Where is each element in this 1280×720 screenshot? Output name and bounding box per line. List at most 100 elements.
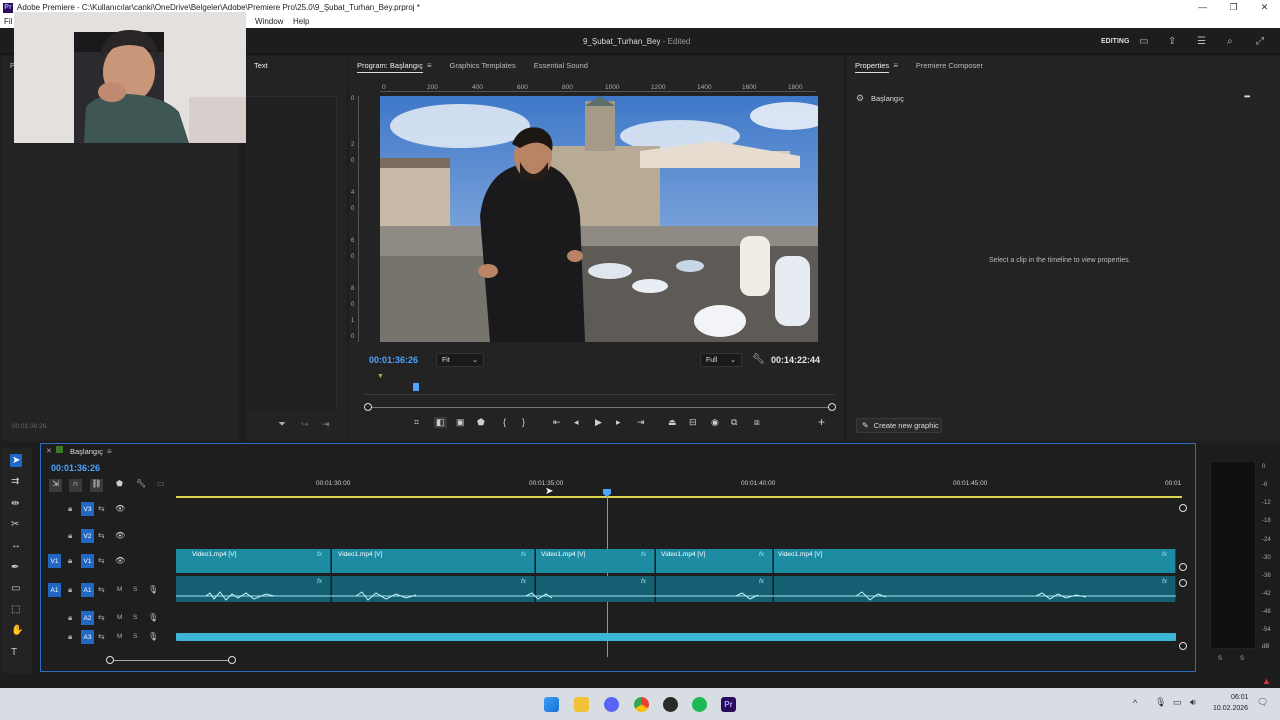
eye-icon[interactable]: 👁︎: [115, 504, 125, 513]
workspaces-icon[interactable]: ▭: [1139, 36, 1148, 47]
toggle-overlay-icon[interactable]: ◧: [434, 417, 447, 428]
sync-lock-icon[interactable]: ⇆: [98, 585, 105, 594]
selection-tool-icon[interactable]: ➤: [10, 454, 23, 467]
zoom-handle-left[interactable]: [364, 403, 372, 411]
solo-button[interactable]: S: [133, 633, 137, 640]
track-scroll-handle[interactable]: [1179, 579, 1187, 587]
generative-extend-tool-icon[interactable]: ⬚: [11, 604, 20, 615]
ripple-edit-tool-icon[interactable]: ⇹: [11, 498, 19, 509]
warning-icon[interactable]: ▲: [1262, 676, 1271, 686]
menu-file[interactable]: Fil: [4, 17, 12, 26]
more-options-icon[interactable]: •••: [1244, 92, 1250, 101]
source-patch-a1[interactable]: A1: [48, 583, 61, 597]
sync-lock-icon[interactable]: ⇆: [98, 632, 105, 641]
fx-badge[interactable]: fx: [317, 578, 322, 585]
wrench-icon[interactable]: 🔧︎: [752, 354, 765, 365]
meter-solo-right[interactable]: S: [1240, 656, 1244, 662]
timeline-hscroll-left[interactable]: [106, 656, 114, 664]
eye-icon[interactable]: 👁︎: [115, 556, 125, 565]
sync-lock-icon[interactable]: ⇆: [98, 504, 105, 513]
insert-nest-icon[interactable]: ⇲: [49, 479, 62, 492]
extract-icon[interactable]: ⊟: [689, 417, 697, 428]
video-clip[interactable]: Video1.mp4 [V] fx: [774, 549, 1176, 573]
minimize-button[interactable]: —: [1187, 0, 1218, 15]
comparison-view-icon[interactable]: ⧉: [731, 417, 737, 428]
video-clip[interactable]: Video1.mp4 [V] fx: [536, 549, 655, 573]
fx-badge[interactable]: fx: [641, 578, 646, 585]
timeline-hscroll-right[interactable]: [228, 656, 236, 664]
monitor-playhead[interactable]: [413, 383, 419, 391]
filter-icon[interactable]: ⏷: [278, 419, 286, 430]
close-sequence-icon[interactable]: ✕: [46, 447, 52, 455]
mute-button[interactable]: M: [117, 586, 122, 593]
linked-selection-icon[interactable]: ⛓: [90, 479, 103, 492]
add-marker-timeline-icon[interactable]: ⬟: [116, 479, 123, 488]
network-icon[interactable]: ▭: [1173, 697, 1182, 708]
file-explorer-icon[interactable]: [574, 697, 589, 712]
menu-window[interactable]: Window: [255, 17, 283, 26]
start-icon[interactable]: [544, 697, 559, 712]
mark-out-icon[interactable]: }: [522, 417, 525, 427]
fullscreen-icon[interactable]: ⤢: [1256, 36, 1264, 47]
timeline-settings-icon[interactable]: 🔧︎: [136, 479, 146, 488]
tray-mic-icon[interactable]: 🎙︎: [1155, 697, 1166, 708]
track-target-v2[interactable]: V2: [81, 529, 94, 543]
mute-button[interactable]: M: [117, 633, 122, 640]
properties-menu-icon[interactable]: ≡: [893, 61, 898, 70]
hand-tool-icon[interactable]: ✋: [11, 625, 23, 636]
snap-icon[interactable]: ∩: [69, 479, 82, 492]
go-to-in-icon[interactable]: ⇤: [553, 417, 561, 428]
zoom-scrollbar[interactable]: [364, 403, 836, 411]
razor-tool-icon[interactable]: ✂: [11, 519, 19, 530]
video-clip[interactable]: Video1.mp4 [V] fx: [176, 549, 331, 573]
sequence-menu-icon[interactable]: ≡: [107, 447, 112, 456]
lift-icon[interactable]: ⏏: [668, 417, 677, 428]
timeline-ruler[interactable]: 00:01:30:00 00:01:35:00 00:01:40:00 00:0…: [176, 478, 1182, 498]
track-scroll-handle[interactable]: [1179, 563, 1187, 571]
track-select-tool-icon[interactable]: ⇉: [11, 476, 19, 487]
safe-margins-icon[interactable]: ⌗: [414, 417, 419, 428]
menu-help[interactable]: Help: [293, 17, 309, 26]
spotify-icon[interactable]: [692, 697, 707, 712]
fx-badge[interactable]: fx: [641, 551, 646, 558]
meter-solo-left[interactable]: S: [1218, 656, 1222, 662]
sync-lock-icon[interactable]: ⇆: [98, 613, 105, 622]
track-scroll-handle[interactable]: [1179, 642, 1187, 650]
create-graphic-button[interactable]: ✎ Create new graphic: [856, 418, 942, 433]
taskbar-date[interactable]: 10.02.2026: [1213, 705, 1248, 712]
volume-icon[interactable]: 🔊︎: [1190, 697, 1196, 708]
fx-badge[interactable]: fx: [759, 578, 764, 585]
track-target-v1[interactable]: V1: [81, 554, 94, 568]
workspace-label[interactable]: EDITING: [1101, 38, 1129, 45]
microphone-icon[interactable]: 🎙︎: [148, 613, 158, 622]
add-marker-icon[interactable]: ⬟: [477, 417, 485, 428]
chrome-icon[interactable]: [634, 697, 649, 712]
track-target-v3[interactable]: V3: [81, 502, 94, 516]
github-icon[interactable]: [663, 697, 678, 712]
sync-lock-icon[interactable]: ⇆: [98, 531, 105, 540]
rectangle-tool-icon[interactable]: ▭: [11, 583, 20, 594]
microphone-icon[interactable]: 🎙︎: [148, 632, 158, 641]
export-icon[interactable]: ⇥: [322, 419, 330, 430]
video-clip[interactable]: Video1.mp4 [V] fx: [332, 549, 535, 573]
premiere-taskbar-icon[interactable]: Pr: [721, 697, 736, 712]
fx-badge[interactable]: fx: [1162, 578, 1167, 585]
work-area-bar[interactable]: [176, 496, 1182, 498]
pen-tool-icon[interactable]: ✒: [11, 562, 19, 573]
monitor-time-ruler[interactable]: ▼: [364, 373, 834, 395]
tab-text[interactable]: Text: [254, 61, 268, 70]
tab-program[interactable]: Program: Başlangıç: [357, 60, 423, 73]
program-current-timecode[interactable]: 00:01:36:26: [369, 355, 418, 365]
lock-icon[interactable]: 🔒︎: [68, 632, 72, 642]
tab-essential-sound[interactable]: Essential Sound: [534, 61, 588, 70]
tab-premiere-composer[interactable]: Premiere Composer: [916, 61, 983, 70]
search-icon[interactable]: ⌕: [1227, 36, 1233, 47]
add-button-icon[interactable]: +: [818, 415, 825, 429]
close-button[interactable]: ✕: [1249, 0, 1280, 15]
mark-in-icon[interactable]: {: [503, 417, 506, 427]
eye-icon[interactable]: 👁︎: [115, 531, 125, 540]
track-target-a1[interactable]: A1: [81, 583, 94, 597]
proxy-icon[interactable]: ⧈: [754, 417, 760, 428]
track-target-a2[interactable]: A2: [81, 611, 94, 625]
notifications-icon[interactable]: 🗨︎: [1257, 697, 1268, 708]
